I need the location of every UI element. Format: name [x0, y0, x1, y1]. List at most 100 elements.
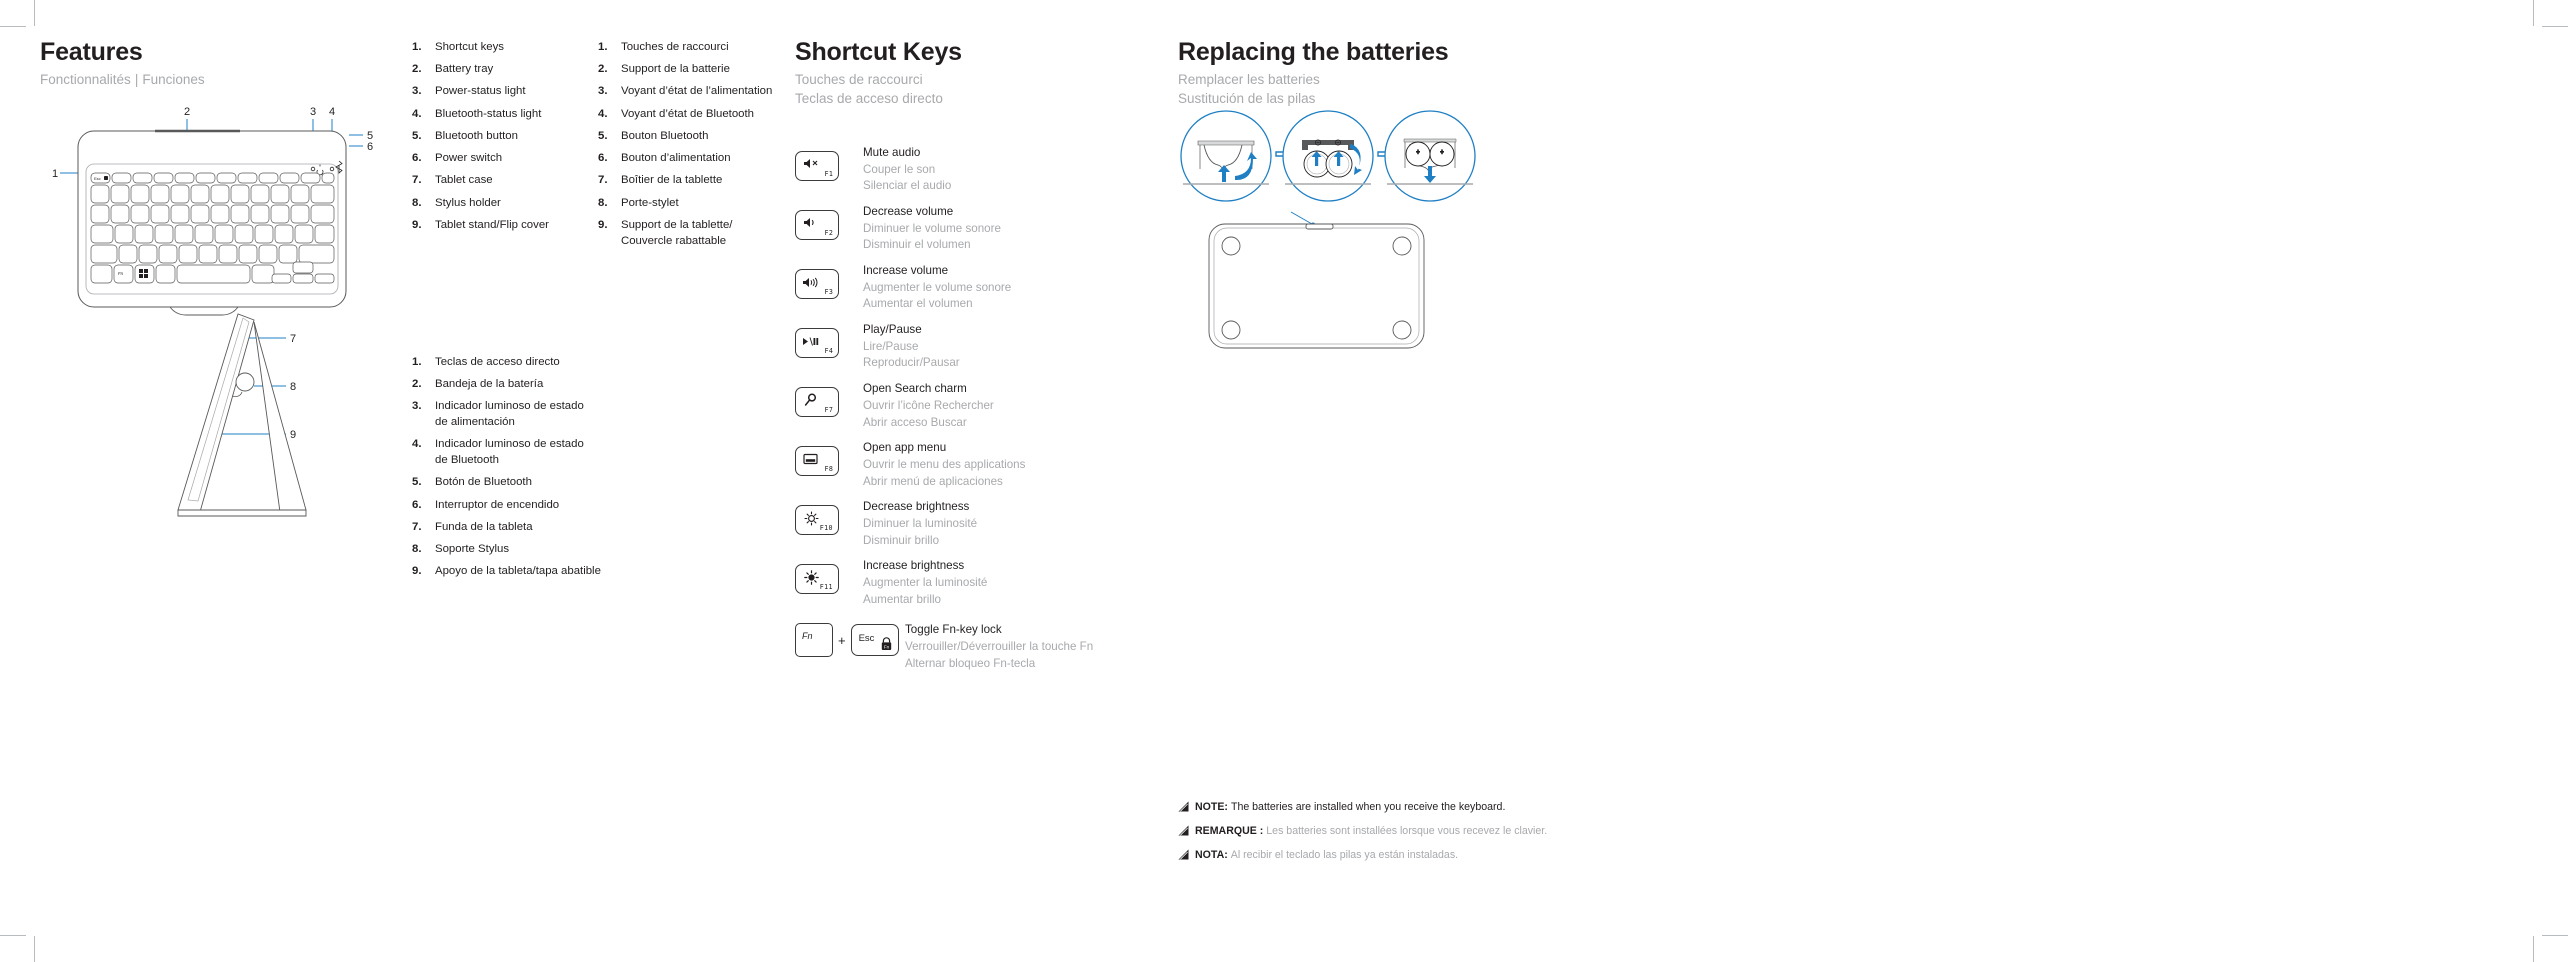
keycap-f1[interactable]: F1: [795, 150, 839, 181]
list-number: 3.: [598, 85, 608, 98]
crop-mark-top-left-vertical: [34, 0, 35, 26]
battery-step-1: [1180, 110, 1272, 202]
list-number: 3.: [412, 400, 422, 413]
shortcut-label-fr: Couper le son: [863, 162, 936, 176]
shortcut-label-en: Decrease brightness: [863, 500, 970, 514]
shortcut-row: Fn + Esc Fn Toggle Fn-key lock Verrouill…: [795, 617, 1175, 672]
keycap-f11[interactable]: F11: [795, 564, 839, 595]
list-number: 1.: [412, 41, 422, 53]
shortcut-row: F1 Mute audio Couper le son Silenciar el…: [795, 145, 1175, 195]
brightness-up-icon: [801, 569, 821, 585]
keycap-f8[interactable]: F8: [795, 446, 839, 477]
keycap-fkey-label: F8: [824, 464, 834, 474]
shortcut-text: Toggle Fn-key lock Verrouiller/Déverroui…: [903, 617, 1175, 672]
list-item: 2. Bandeja de la batería: [412, 377, 632, 393]
list-number: 1.: [412, 356, 422, 368]
features-section: Features Fonctionnalités | Funciones: [40, 38, 390, 89]
keycap-f7[interactable]: F7: [795, 387, 839, 418]
list-number: 6.: [598, 152, 608, 165]
shortcut-label-fr: Diminuer la luminosité: [863, 516, 978, 530]
list-label: Voyant d’état de Bluetooth: [621, 107, 754, 120]
shortcut-row: F4 Play/Pause Lire/Pause Reproducir/Paus…: [795, 322, 1175, 372]
list-item: 5. Bouton Bluetooth: [598, 129, 813, 145]
list-number: 2.: [412, 63, 422, 76]
callout-number-2: 2: [184, 106, 190, 118]
keycap-wrap: F1: [795, 145, 861, 181]
shortcut-label-fr: Augmenter le volume sonore: [863, 280, 1012, 294]
note-body-es: Al recibir el teclado las pilas ya están…: [1230, 848, 1459, 861]
callout-number-8: 8: [290, 381, 296, 393]
list-label: Teclas de acceso directo: [435, 356, 560, 368]
list-item: 9. Support de la tablette/ Couvercle raba…: [598, 218, 813, 249]
keycap-f2[interactable]: F2: [795, 209, 839, 240]
shortcut-rows: F1 Mute audio Couper le son Silenciar el…: [795, 145, 1175, 673]
crop-mark-bottom-right-vertical: [2533, 936, 2534, 962]
keycap-fn[interactable]: Fn: [795, 623, 833, 658]
keycap-esc[interactable]: Esc Fn: [850, 624, 899, 657]
shortcut-keys-title: Shortcut Keys: [795, 38, 962, 66]
shortcut-label-fr: Augmenter la luminosité: [863, 576, 988, 589]
list-number: 4.: [412, 438, 422, 451]
shortcut-label-en: Increase volume: [863, 264, 949, 277]
list-number: 3.: [412, 85, 422, 98]
keycap-wrap: F7: [795, 381, 861, 418]
note-line-fr: REMARQUE : Les batteries sont installées…: [1178, 824, 1578, 840]
shortcut-row: F10 Decrease brightness Diminuer la lumi…: [795, 499, 1175, 549]
shortcut-row: F3 Increase volume Augmenter le volume s…: [795, 263, 1175, 313]
keycap-wrap: F11: [795, 558, 861, 595]
list-number: 8.: [598, 196, 608, 209]
note-label-fr: REMARQUE :: [1195, 824, 1264, 837]
list-item: 9. Apoyo de la tableta/tapa abatible: [412, 564, 632, 580]
shortcut-label-fr: Verrouiller/Déverrouiller la touche Fn: [905, 640, 1094, 654]
shortcut-text: Increase volume Augmenter le volume sono…: [861, 263, 1175, 313]
note-line-en: NOTE: The batteries are installed when y…: [1178, 800, 1578, 816]
shortcut-label-es: Disminuir brillo: [863, 533, 940, 547]
list-number: 5.: [412, 129, 422, 142]
list-item: 4. Indicador luminoso de estado de Blueto…: [412, 437, 632, 468]
list-item: 5. Botón de Bluetooth: [412, 475, 632, 491]
feature-list-spanish: 1. Teclas de acceso directo 2. Bandeja de …: [412, 355, 632, 587]
keycap-wrap: F3: [795, 263, 861, 299]
keycap-f4[interactable]: F4: [795, 328, 839, 359]
list-label: Soporte Stylus: [435, 543, 510, 556]
keycap-f3[interactable]: F3: [795, 269, 839, 299]
list-number: 1.: [598, 41, 608, 53]
list-item: 8. Soporte Stylus: [412, 542, 632, 558]
list-number: 5.: [598, 129, 608, 142]
shortcut-text: Decrease brightness Diminuer la luminosi…: [861, 499, 1175, 549]
shortcut-row: F11 Increase brightness Augmenter la lum…: [795, 558, 1175, 608]
list-label: Support de la batterie: [621, 63, 730, 76]
list-number: 6.: [412, 498, 422, 511]
shortcut-text: Mute audio Couper le son Silenciar el au…: [861, 145, 1175, 195]
battery-subtitle-fr: Remplacer les batteries: [1178, 71, 1320, 87]
list-label: Porte-stylet: [621, 196, 679, 209]
battery-subtitle-es: Sustitución de las pilas: [1178, 91, 1316, 107]
list-label: Touches de raccourci: [621, 41, 729, 53]
shortcut-label-es: Alternar bloqueo Fn-tecla: [905, 656, 1036, 670]
note-pencil-icon: [1178, 801, 1191, 812]
list-number: 9.: [598, 218, 608, 231]
list-label: Apoyo de la tableta/tapa abatible: [435, 565, 601, 578]
keyboard-top-view-figure: 2 3 4 5 6 1 Esc Fn: [50, 105, 390, 316]
list-label: Funda de la tableta: [435, 520, 533, 533]
list-number: 4.: [412, 107, 422, 120]
keycap-f10[interactable]: F10: [795, 505, 839, 536]
note-pencil-icon: [1178, 825, 1191, 836]
list-label: Indicador luminoso de estado de alimenta…: [435, 400, 584, 429]
list-item: 6. Bouton d’alimentation: [598, 151, 813, 167]
keycap-fkey-label: F11: [820, 582, 834, 592]
numbered-list-es: 1. Teclas de acceso directo 2. Bandeja de …: [412, 355, 632, 580]
keycap-fkey-label: F1: [824, 168, 834, 178]
list-number: 2.: [598, 63, 608, 76]
list-item: 6. Interruptor de encendido: [412, 498, 632, 514]
shortcut-label-fr: Ouvrir le menu des applications: [863, 457, 1026, 471]
list-label: Bandeja de la batería: [435, 378, 544, 391]
note-body-en: The batteries are installed when you rec…: [1230, 801, 1506, 813]
shortcut-text: Open app menu Ouvrir le menu des applica…: [861, 440, 1175, 490]
shortcut-text: Open Search charm Ouvrir l’icône Recherc…: [861, 381, 1175, 431]
list-label: Boîtier de la tablette: [621, 174, 723, 187]
list-item: 2. Support de la batterie: [598, 62, 813, 78]
features-subtitle-fr: Fonctionnalités: [40, 71, 131, 87]
combo-plus-sign: +: [838, 632, 846, 648]
shortcut-label-en: Increase brightness: [863, 559, 965, 573]
